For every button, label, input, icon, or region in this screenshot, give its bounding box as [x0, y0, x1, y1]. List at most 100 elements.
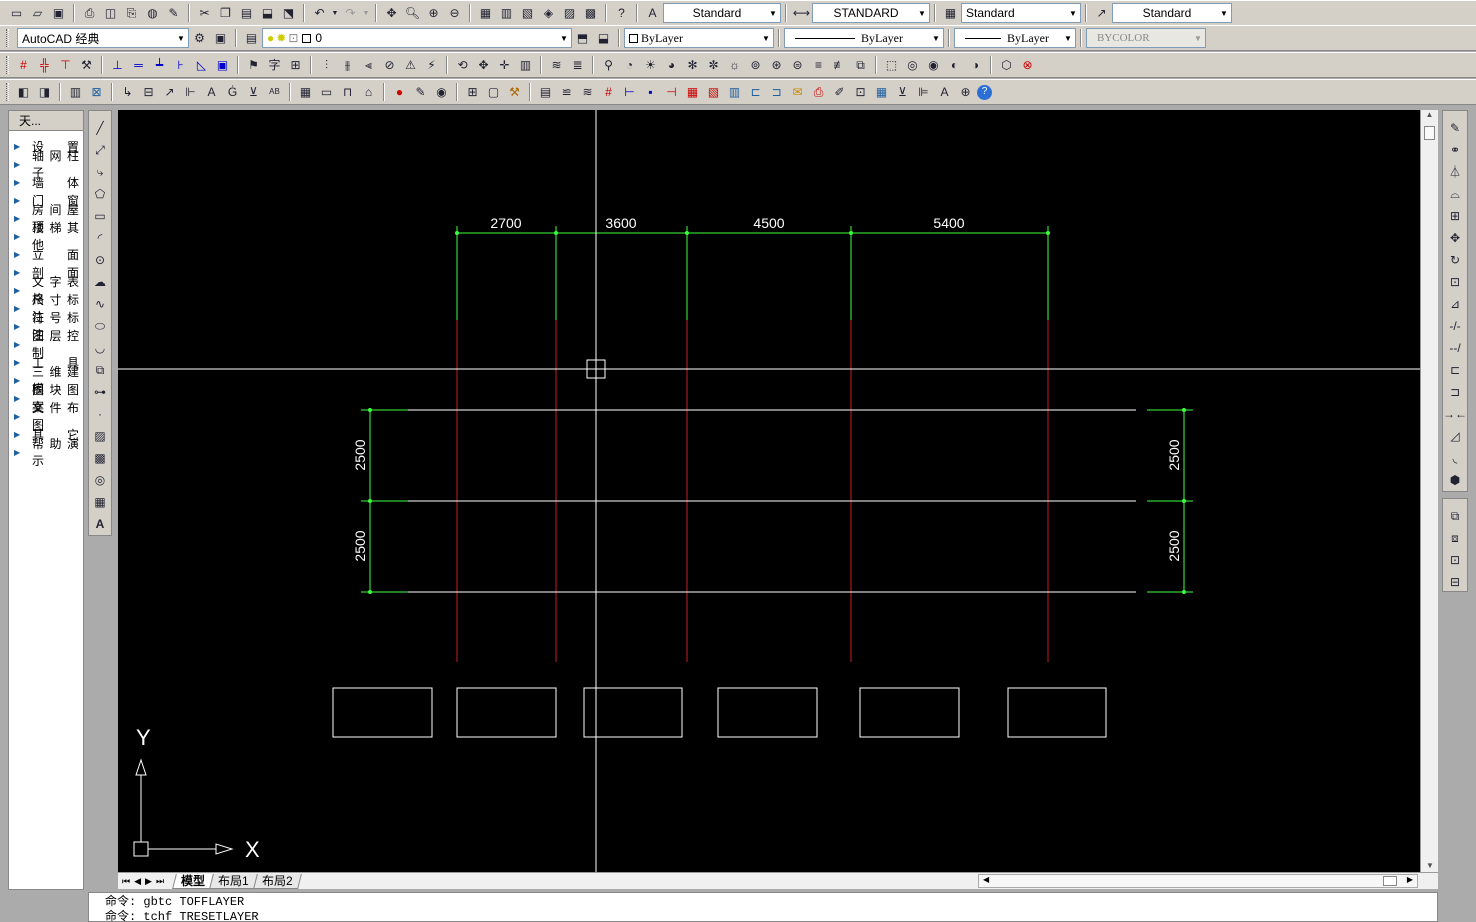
bring-above-icon[interactable]: ⊡ — [1446, 551, 1465, 569]
construction-line-icon[interactable]: ⤢ — [91, 141, 110, 159]
layer-table-icon[interactable]: ▤ — [536, 83, 555, 102]
scale-icon[interactable]: ⊡ — [1446, 273, 1465, 291]
fillet-icon[interactable]: ◟ — [1446, 449, 1465, 467]
next-tab-arrow[interactable]: ▶ — [145, 876, 152, 887]
wall-trim-icon[interactable]: ⊦ — [171, 56, 190, 75]
wall-icon[interactable]: ═ — [129, 56, 148, 75]
layer-lock-tool-icon[interactable]: ⊚ — [746, 56, 765, 75]
gradient-icon[interactable]: ▩ — [91, 449, 110, 467]
layer-sun-icon[interactable]: ☼ — [725, 56, 744, 75]
offset-icon[interactable]: ⌓ — [1446, 185, 1465, 203]
stair-icon[interactable]: ⊐ — [767, 83, 786, 102]
dim-chain-icon[interactable]: ⫶ — [317, 56, 336, 75]
drawing-svg[interactable]: 2700 3600 4500 5400 2500 2500 2500 2500 — [118, 110, 1420, 872]
block-editor-icon[interactable]: ⬔ — [279, 4, 298, 23]
stamp-icon[interactable]: ⊓ — [338, 83, 357, 102]
markup-icon[interactable]: ◈ — [539, 4, 558, 23]
text-style-icon[interactable]: A — [643, 4, 662, 23]
shade-concept-icon[interactable]: ◑ — [966, 56, 985, 75]
block-rectangle[interactable] — [332, 687, 433, 738]
save-icon[interactable]: ▣ — [49, 4, 68, 23]
wall-mark-icon[interactable]: ⊢ — [620, 83, 639, 102]
last-tab-arrow[interactable]: ⏭ — [156, 876, 164, 887]
eye-icon[interactable]: ◉ — [432, 83, 451, 102]
extend-icon[interactable]: ↗ — [160, 83, 179, 102]
new-file-icon[interactable]: ▭ — [7, 4, 26, 23]
first-tab-arrow[interactable]: ⏮ — [122, 876, 130, 887]
zoom-realtime-icon[interactable]: 🔍︎ — [403, 4, 422, 23]
preview-icon[interactable]: ◨ — [35, 83, 54, 102]
align-left-icon[interactable]: ⊫ — [914, 83, 933, 102]
text-annot-icon[interactable]: A — [202, 83, 221, 102]
frame-icon[interactable]: ▢ — [484, 83, 503, 102]
grid-axis-icon[interactable]: # — [14, 56, 33, 75]
dim-angle-icon[interactable]: ⫷ — [359, 56, 378, 75]
shade-hidden-icon[interactable]: ◉ — [924, 56, 943, 75]
table-edit-icon[interactable]: ▥ — [66, 83, 85, 102]
chamfer-icon[interactable]: ◿ — [1446, 427, 1465, 445]
redo-dropdown-icon[interactable]: ▼ — [362, 4, 370, 23]
brush-icon[interactable]: ⚒ — [505, 83, 524, 102]
color-select[interactable]: ByLayer ▼ — [624, 28, 774, 48]
door-table-icon[interactable]: ▧ — [704, 83, 723, 102]
tab-layout2[interactable]: 布局2 — [252, 873, 302, 889]
building-icon[interactable]: ⌂ — [359, 83, 378, 102]
help-icon[interactable]: ? — [612, 4, 631, 23]
text-tool-icon[interactable]: 字 — [265, 56, 284, 75]
tool-panel-item[interactable]: ▶ 墙 体 — [9, 173, 83, 191]
image-icon[interactable]: ⊠ — [87, 83, 106, 102]
door-icon[interactable]: ◺ — [192, 56, 211, 75]
help-circle-icon[interactable]: ? — [977, 84, 992, 100]
layer-previous-icon[interactable]: ⬓ — [594, 29, 613, 48]
undo-icon[interactable]: ↶ — [310, 4, 329, 23]
section-icon[interactable]: ⊏ — [746, 83, 765, 102]
print-mark-icon[interactable]: ⎙ — [809, 83, 828, 102]
dim-red-icon[interactable]: ⊣ — [662, 83, 681, 102]
dim-style-select[interactable]: STANDARD ▼ — [812, 3, 930, 23]
plot-icon[interactable]: ⎙ — [80, 4, 99, 23]
wall-dim-icon[interactable]: ⊥ — [108, 56, 127, 75]
text-style-select[interactable]: Standard ▼ — [663, 3, 781, 23]
undo-dropdown-icon[interactable]: ▼ — [331, 4, 339, 23]
copy-icon[interactable]: ❐ — [216, 4, 235, 23]
redo-icon[interactable]: ↷ — [341, 4, 360, 23]
make-block-icon[interactable]: ⊶ — [91, 383, 110, 401]
rectangle-icon[interactable]: ▭ — [91, 207, 110, 225]
block-rectangle[interactable] — [456, 687, 557, 738]
make-current-layer-icon[interactable]: ⬒ — [573, 29, 592, 48]
layer-manager-icon[interactable]: ▤ — [242, 29, 261, 48]
3d-dwf-icon[interactable]: ◍ — [143, 4, 162, 23]
scroll-left-arrow[interactable]: ◀ — [983, 875, 989, 884]
layer-lock-all-icon[interactable]: ≣ — [568, 56, 587, 75]
layer-on-all-icon[interactable]: ☀ — [641, 56, 660, 75]
stretch-icon[interactable]: ⊩ — [181, 83, 200, 102]
move-icon[interactable]: ✥ — [474, 56, 493, 75]
tool-panel-item[interactable]: ▶ 轴网柱子 — [9, 149, 83, 180]
car-icon[interactable]: ● — [390, 83, 409, 102]
ruler-icon[interactable]: ▭ — [317, 83, 336, 102]
mirror-icon[interactable]: ⏃ — [1446, 163, 1465, 181]
shade-real-icon[interactable]: ◐ — [945, 56, 964, 75]
polyline-icon[interactable]: ⤷ — [91, 163, 110, 181]
layer-walk-icon[interactable]: ⊜ — [788, 56, 807, 75]
explode-icon[interactable]: ⬢ — [1446, 471, 1465, 489]
block-rectangle[interactable] — [859, 687, 960, 738]
horizontal-scrollbar[interactable]: ◀ ▶ — [978, 874, 1418, 888]
open-file-icon[interactable]: ▱ — [28, 4, 47, 23]
spline-icon[interactable]: ∿ — [91, 295, 110, 313]
mtext-icon[interactable]: A — [91, 515, 110, 533]
table-export-icon[interactable]: ▦ — [872, 83, 891, 102]
zoom-window-icon[interactable]: ⊕ — [424, 4, 443, 23]
block-rectangle[interactable] — [1007, 687, 1107, 738]
grid-view-icon[interactable]: ⊞ — [463, 83, 482, 102]
tab-model[interactable]: 模型 — [172, 873, 214, 889]
layer-off-icon[interactable]: ◔ — [620, 56, 639, 75]
axis-numbering-icon[interactable]: ╬ — [35, 56, 54, 75]
mail-icon[interactable]: ✉ — [788, 83, 807, 102]
column-mark-icon[interactable]: ▪ — [641, 83, 660, 102]
join-icon[interactable]: →← — [1443, 405, 1467, 423]
table-tool-icon[interactable]: ⊞ — [286, 56, 305, 75]
clipboard-icon[interactable]: ▥ — [516, 56, 535, 75]
lineweight-select[interactable]: ByLayer ▼ — [954, 28, 1076, 48]
scroll-right-arrow[interactable]: ▶ — [1407, 875, 1413, 884]
